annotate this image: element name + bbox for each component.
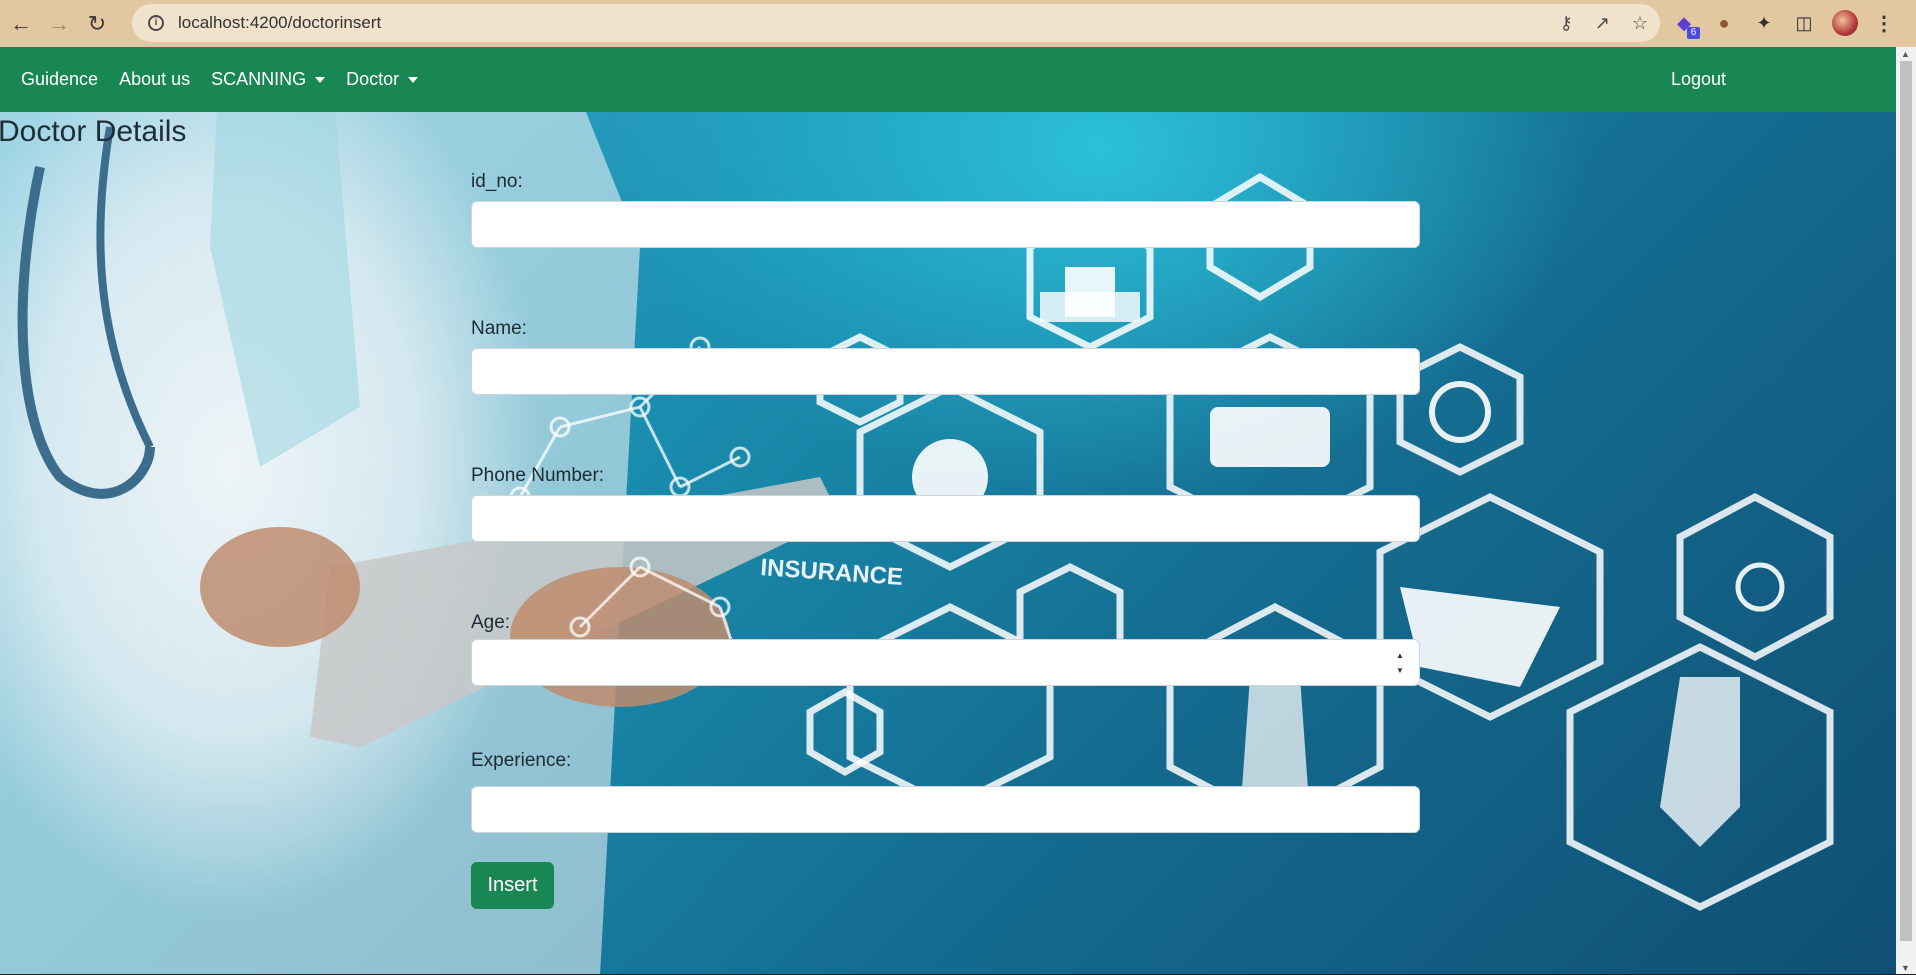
bookmark-star-icon[interactable]: ☆ xyxy=(1632,13,1648,34)
nav-scanning-label: SCANNING xyxy=(211,69,307,89)
age-label: Age: xyxy=(471,612,511,633)
spin-up-icon[interactable]: ▲ xyxy=(1396,651,1404,660)
nav-doctor-label: Doctor xyxy=(346,69,400,89)
address-bar[interactable]: i localhost:4200/doctorinsert ⚷ ↗ ☆ xyxy=(132,4,1660,42)
forward-icon[interactable]: → xyxy=(42,7,76,41)
nav-doctor-dropdown[interactable]: Doctor xyxy=(346,69,419,90)
caret-down-icon xyxy=(315,76,326,83)
name-label: Name: xyxy=(471,318,527,339)
browser-menu-icon[interactable]: ⋮ xyxy=(1874,11,1894,36)
spin-down-icon[interactable]: ▼ xyxy=(1396,666,1404,675)
age-spinner[interactable]: ▲ ▼ xyxy=(1394,651,1406,675)
nav-guidence-label: Guidence xyxy=(21,69,99,89)
scrollbar-thumb[interactable] xyxy=(1900,61,1912,941)
phone-number-label: Phone Number: xyxy=(471,465,605,486)
phone-number-input[interactable] xyxy=(471,495,1420,542)
scroll-down-icon[interactable]: ▼ xyxy=(1901,963,1910,973)
nav-about-us-label: About us xyxy=(119,69,191,89)
id-no-input[interactable] xyxy=(471,201,1420,248)
profile-avatar[interactable] xyxy=(1832,10,1858,36)
extension-badge: 6 xyxy=(1687,27,1700,39)
logout-link[interactable]: Logout xyxy=(1671,47,1726,112)
nav-about-us[interactable]: About us xyxy=(119,69,190,90)
page-title: Doctor Details xyxy=(0,115,187,148)
cookie-extension-icon[interactable]: ● xyxy=(1712,11,1736,35)
experience-label: Experience: xyxy=(471,750,572,771)
puzzle-extensions-icon[interactable]: ✦ xyxy=(1752,11,1776,35)
insert-button[interactable]: Insert xyxy=(471,862,554,909)
site-info-icon[interactable]: i xyxy=(148,15,164,31)
name-input[interactable] xyxy=(471,348,1420,395)
main-navbar: Guidence About us SCANNING Doctor Logout xyxy=(0,47,1896,112)
side-panel-icon[interactable]: ◫ xyxy=(1792,11,1816,35)
age-input[interactable] xyxy=(471,639,1420,686)
reload-icon[interactable]: ↻ xyxy=(80,7,114,41)
scroll-up-icon[interactable]: ▲ xyxy=(1901,49,1910,59)
url-text[interactable]: localhost:4200/doctorinsert xyxy=(178,13,381,33)
id-no-label: id_no: xyxy=(471,171,523,192)
caret-down-icon xyxy=(408,76,419,83)
share-icon[interactable]: ↗ xyxy=(1595,13,1610,34)
experience-input[interactable] xyxy=(471,786,1420,833)
nav-guidence[interactable]: Guidence xyxy=(21,69,98,90)
insurance-overlay-text: INSURANCE xyxy=(760,554,904,591)
vertical-scrollbar[interactable]: ▲ ▼ xyxy=(1896,47,1916,975)
nav-scanning-dropdown[interactable]: SCANNING xyxy=(211,69,326,90)
extension-icon[interactable]: ◆ 6 xyxy=(1672,11,1700,39)
browser-toolbar: ← → ↻ i localhost:4200/doctorinsert ⚷ ↗ … xyxy=(0,0,1916,47)
key-icon[interactable]: ⚷ xyxy=(1560,13,1573,34)
back-icon[interactable]: ← xyxy=(4,7,38,41)
age-field: ▲ ▼ xyxy=(471,639,1420,686)
page-viewport: INSURANCE Guidence About us SCANNING Doc… xyxy=(0,47,1896,975)
